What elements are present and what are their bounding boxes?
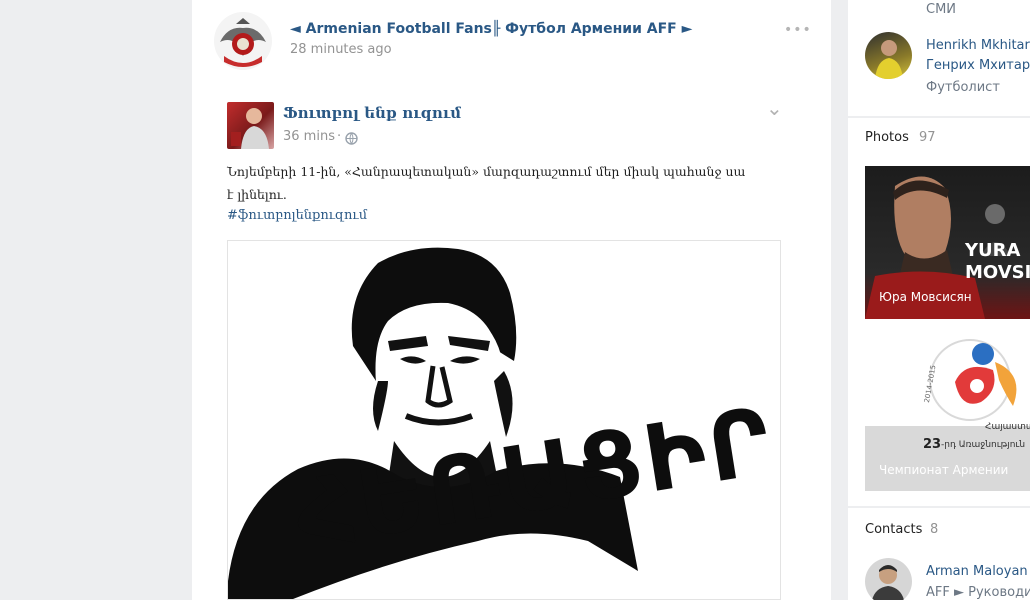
chevron-down-icon[interactable]: ⌄	[766, 96, 783, 120]
sidebar-links-card: СМИ Henrikh Mkhitaryan Генрих Мхитарян Ф…	[848, 0, 1030, 116]
eagle-emblem-icon	[220, 18, 266, 67]
globe-icon	[345, 130, 358, 149]
shared-time[interactable]: 36 mins	[283, 129, 335, 144]
contact-photo-icon	[872, 565, 904, 600]
photos-count: 97	[919, 130, 936, 145]
album1-overlay-line1: YURA	[965, 240, 1021, 261]
person-name-line2[interactable]: Генрих Мхитарян	[926, 58, 1030, 73]
top-fragment-text: СМИ	[926, 2, 957, 17]
photos-card: Photos 97 YURA MOVSISYAN Юра Мовсисян 20…	[848, 118, 1030, 506]
contact-role: AFF ► Руководитель	[926, 585, 1030, 600]
player-photo-icon	[231, 108, 269, 149]
shared-image[interactable]: ՀԵՌԱՑԻՐ	[227, 240, 781, 600]
contact-name[interactable]: Arman Maloyan	[926, 564, 1028, 579]
person-name-line1[interactable]: Henrikh Mkhitaryan	[926, 38, 1030, 53]
group-name-link[interactable]: ◄ Armenian Football Fans╟ Футбол Армении…	[290, 21, 692, 37]
post-menu-button[interactable]: •••	[784, 22, 812, 38]
person-role: Футболист	[926, 80, 1000, 95]
shared-separator: ·	[337, 129, 342, 144]
contacts-count: 8	[930, 522, 939, 537]
album2-number: 23	[923, 437, 942, 452]
contacts-card: Contacts 8 Arman Maloyan AFF ► Руководит…	[848, 508, 1030, 600]
post-timestamp[interactable]: 28 minutes ago	[290, 42, 392, 57]
contact-avatar[interactable]	[865, 558, 912, 600]
album2-suffix: -րդ Առաջնություն	[941, 440, 1026, 450]
photo-album-2[interactable]: 2014-2015 Հայաստանի 23 -րդ Առաջնություն …	[865, 336, 1030, 491]
person-avatar[interactable]	[865, 32, 912, 79]
group-avatar[interactable]	[214, 12, 272, 70]
album2-text-small: Հայաստանի	[985, 422, 1030, 432]
album1-caption: Юра Мовсисян	[879, 290, 972, 304]
photo-album-1[interactable]: YURA MOVSISYAN Юра Мовсисян	[865, 166, 1030, 319]
shared-text-line1: Նոյեմբերի 11-ին, «Հանրապետական» մարզադաշ…	[227, 164, 746, 179]
shared-author-avatar[interactable]	[227, 102, 274, 149]
photos-title[interactable]: Photos	[865, 130, 909, 145]
contacts-title[interactable]: Contacts	[865, 522, 922, 537]
shared-author-name[interactable]: Ֆուտբոլ ենք ուզում	[283, 104, 461, 122]
shared-text-line2: է լինելու.	[227, 187, 287, 202]
album2-caption: Чемпионат Армении	[879, 463, 1009, 477]
footballer-photo-icon	[875, 40, 903, 79]
post-card: ◄ Armenian Football Fans╟ Футбол Армении…	[192, 0, 831, 600]
hashtag-link[interactable]: #ֆուտբոլենքուզում	[227, 208, 367, 223]
album1-overlay-line2: MOVSISYAN	[965, 262, 1030, 283]
